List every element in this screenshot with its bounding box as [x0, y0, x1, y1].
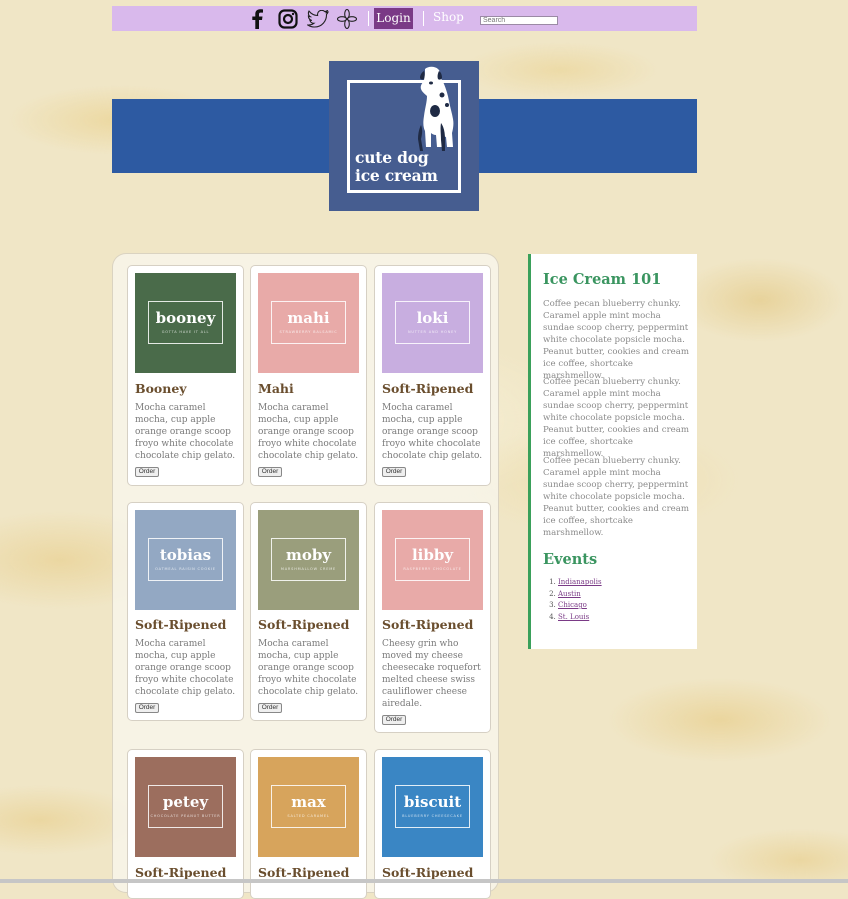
shop-link[interactable]: Shop [433, 10, 464, 24]
login-button[interactable]: Login [374, 8, 413, 29]
product-card: booney GOTTA HAVE IT ALL Booney Mocha ca… [127, 265, 244, 486]
product-card: petey CHOCOLATE PEANUT BUTTER Soft-Ripen… [127, 749, 244, 899]
logo-line-1: cute dog [355, 148, 429, 167]
product-image-name: biscuit [403, 793, 462, 811]
window-bottom-edge [0, 879, 848, 883]
order-button[interactable]: Order [258, 703, 282, 713]
product-card: moby MARSHMALLOW CREME Soft-Ripened Moch… [250, 502, 367, 721]
product-card: biscuit BLUEBERRY CHEESECAKE Soft-Ripene… [374, 749, 491, 899]
product-title: Soft-Ripened [135, 865, 227, 880]
product-image-name: mahi [287, 309, 330, 327]
product-card: libby RASPBERRY CHOCOLATE Soft-Ripened C… [374, 502, 491, 733]
product-card: loki NUTTER AND HONEY Soft-Ripened Mocha… [374, 265, 491, 486]
divider [423, 11, 424, 26]
product-title: Mahi [258, 381, 294, 396]
instagram-icon[interactable] [278, 8, 298, 29]
product-card: tobias OATMEAL RAISIN COOKIE Soft-Ripene… [127, 502, 244, 721]
product-image-tagline: OATMEAL RAISIN COOKIE [155, 567, 216, 571]
product-description: Mocha caramel mocha, cup apple orange or… [135, 639, 236, 697]
events-list: Indianapolis Austin Chicago St. Louis [543, 577, 602, 623]
product-description: Mocha caramel mocha, cup apple orange or… [258, 639, 359, 697]
brand-logo[interactable]: cute dog ice cream [329, 61, 479, 211]
top-nav-bar: Login Shop [112, 6, 697, 31]
product-image-tagline: SALTED CARAMEL [287, 814, 330, 818]
product-image[interactable]: tobias OATMEAL RAISIN COOKIE [135, 510, 236, 610]
divider [368, 11, 369, 26]
product-image-tagline: NUTTER AND HONEY [407, 330, 458, 334]
product-title: Soft-Ripened [135, 617, 227, 632]
product-title: Soft-Ripened [382, 865, 474, 880]
product-card: mahi STRAWBERRY BALSAMIC Mahi Mocha cara… [250, 265, 367, 486]
sidebar-paragraph: Coffee pecan blueberry chunky. Caramel a… [543, 456, 690, 538]
sidebar-paragraph: Coffee pecan blueberry chunky. Caramel a… [543, 377, 690, 459]
product-image[interactable]: max SALTED CARAMEL [258, 757, 359, 857]
product-image-name: moby [285, 546, 332, 564]
sidebar-paragraph: Coffee pecan blueberry chunky. Caramel a… [543, 299, 690, 381]
product-image-name: booney [155, 309, 216, 327]
order-button[interactable]: Order [258, 467, 282, 477]
event-item: Chicago [558, 600, 602, 612]
event-link-indianapolis[interactable]: Indianapolis [558, 578, 602, 586]
product-card: max SALTED CARAMEL Soft-Ripened [250, 749, 367, 899]
product-image-name: tobias [159, 546, 212, 564]
product-image-tagline: CHOCOLATE PEANUT BUTTER [150, 814, 221, 818]
product-image-tagline: MARSHMALLOW CREME [280, 567, 337, 571]
product-image[interactable]: booney GOTTA HAVE IT ALL [135, 273, 236, 373]
product-description: Mocha caramel mocha, cup apple orange or… [135, 403, 236, 461]
event-item: Indianapolis [558, 577, 602, 589]
product-title: Soft-Ripened [258, 617, 350, 632]
product-image[interactable]: petey CHOCOLATE PEANUT BUTTER [135, 757, 236, 857]
sidebar: Ice Cream 101 Coffee pecan blueberry chu… [528, 254, 697, 649]
search-input[interactable] [480, 16, 558, 25]
product-image[interactable]: loki NUTTER AND HONEY [382, 273, 483, 373]
event-link-chicago[interactable]: Chicago [558, 601, 587, 609]
product-image-tagline: GOTTA HAVE IT ALL [161, 330, 210, 334]
logo-line-2: ice cream [355, 166, 438, 185]
product-title: Soft-Ripened [258, 865, 350, 880]
product-title: Booney [135, 381, 187, 396]
order-button[interactable]: Order [135, 467, 159, 477]
facebook-icon[interactable] [251, 8, 263, 29]
logo-text: cute dog ice cream [355, 149, 438, 185]
product-image-name: loki [416, 309, 449, 327]
product-title: Soft-Ripened [382, 381, 474, 396]
event-item: St. Louis [558, 612, 602, 624]
product-description: Mocha caramel mocha, cup apple orange or… [382, 403, 483, 461]
product-image-name: libby [411, 546, 454, 564]
product-description: Cheesy grin who moved my cheese cheeseca… [382, 639, 481, 709]
twitter-icon[interactable] [307, 8, 329, 29]
product-image-tagline: RASPBERRY CHOCOLATE [403, 567, 462, 571]
product-image[interactable]: mahi STRAWBERRY BALSAMIC [258, 273, 359, 373]
event-link-austin[interactable]: Austin [558, 590, 581, 598]
product-image-tagline: STRAWBERRY BALSAMIC [279, 330, 338, 334]
order-button[interactable]: Order [135, 703, 159, 713]
product-title: Soft-Ripened [382, 617, 474, 632]
event-item: Austin [558, 589, 602, 601]
product-description: Mocha caramel mocha, cup apple orange or… [258, 403, 359, 461]
dog-icon [418, 66, 454, 151]
product-image[interactable]: moby MARSHMALLOW CREME [258, 510, 359, 610]
product-grid: booney GOTTA HAVE IT ALL Booney Mocha ca… [112, 253, 499, 899]
order-button[interactable]: Order [382, 467, 406, 477]
product-image[interactable]: libby RASPBERRY CHOCOLATE [382, 510, 483, 610]
product-image-name: max [291, 793, 326, 811]
order-button[interactable]: Order [382, 715, 406, 725]
product-image[interactable]: biscuit BLUEBERRY CHEESECAKE [382, 757, 483, 857]
product-image-tagline: BLUEBERRY CHEESECAKE [402, 814, 463, 818]
product-image-name: petey [162, 793, 209, 811]
event-link-st-louis[interactable]: St. Louis [558, 613, 589, 621]
yelp-icon[interactable] [337, 8, 357, 29]
sidebar-title: Ice Cream 101 [543, 271, 662, 288]
events-title: Events [543, 551, 598, 568]
